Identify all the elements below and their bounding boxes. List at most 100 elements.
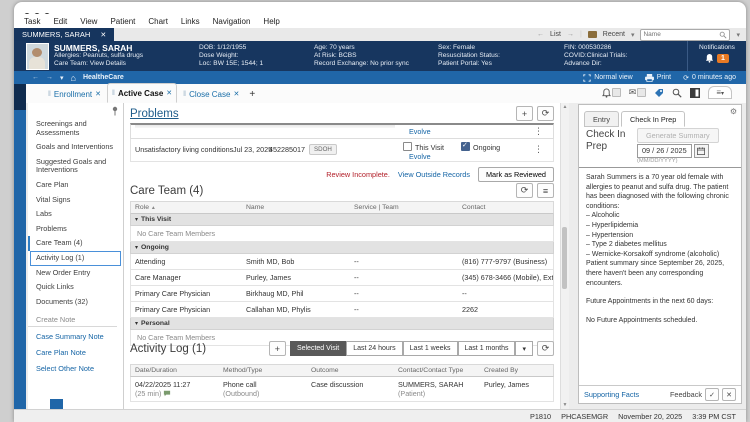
refresh-status[interactable]: ⟳ 0 minutes ago [683,74,736,82]
close-icon[interactable]: ✕ [95,90,101,98]
mark-as-reviewed-button[interactable]: Mark as Reviewed [477,167,554,182]
forward-icon[interactable]: → [46,74,53,81]
main-scrollbar[interactable]: ▲ ▼ [560,103,569,409]
sidebar-item-documents[interactable]: Documents (32) [28,295,123,310]
close-icon[interactable]: ✕ [233,90,239,98]
menu-task[interactable]: Task [24,17,40,26]
sidebar-item-care-team[interactable]: Care Team (4) [28,236,123,251]
layout-menu-button[interactable]: ≡▾ [708,86,732,99]
col-date-duration[interactable]: Date/Duration [131,365,219,376]
menu-help[interactable]: Help [263,17,279,26]
col-method-type[interactable]: Method/Type [219,365,307,376]
list-forward-icon[interactable]: → [567,31,574,38]
menu-patient[interactable]: Patient [110,17,135,26]
supporting-facts-link[interactable]: Supporting Facts [584,390,639,399]
kebab-icon[interactable]: ⋮ [534,126,543,137]
link-case-summary-note[interactable]: Case Summary Note [28,327,123,343]
evolve-link[interactable]: Evolve [409,152,431,161]
patient-search-input[interactable] [641,31,720,38]
menu-view[interactable]: View [80,17,97,26]
refresh-care-team-button[interactable]: ⟳ [516,183,533,198]
menu-navigation[interactable]: Navigation [213,17,251,26]
prep-date-field[interactable]: 09 / 26 / 2025 [637,144,692,158]
tab-active-case[interactable]: ‖ Active Case ✕ [107,83,178,103]
comment-icon[interactable] [163,390,171,397]
sidebar-item-activity-log[interactable]: Activity Log (1) [30,250,121,266]
problems-heading[interactable]: Problems [130,108,179,120]
col-contact[interactable]: Contact [458,202,553,213]
col-created-by[interactable]: Created By [480,365,553,376]
group-personal[interactable]: ▾ Personal [130,318,554,330]
mail-icon[interactable]: ✉ [629,88,637,97]
view-outside-records-link[interactable]: View Outside Records [398,170,470,179]
panels-icon[interactable] [690,87,701,98]
this-visit-checkbox[interactable]: This Visit [403,142,444,152]
notifications-panel[interactable]: Notifications 1 [687,41,746,71]
print-button[interactable]: Print [644,73,671,82]
patient-tab[interactable]: SUMMERS, SARAH ✕ [14,28,115,41]
feedback-negative-button[interactable]: ✕ [722,388,736,401]
sidebar-item-goals[interactable]: Goals and Interventions [28,140,123,155]
col-role[interactable]: Role ▲ [131,202,242,213]
evolve-link[interactable]: Evolve [409,127,431,136]
sidebar-item-vital-signs[interactable]: Vital Signs [28,193,123,208]
tag-icon[interactable] [654,88,664,98]
sidebar-item-new-order-entry[interactable]: New Order Entry [28,266,123,281]
back-icon[interactable]: ← [32,74,39,81]
link-select-other-note[interactable]: Select Other Note [28,359,123,375]
recent-label[interactable]: Recent [603,31,625,38]
filter-last-1-months[interactable]: Last 1 months [457,341,516,356]
sidebar-item-problems[interactable]: Problems [28,222,123,237]
care-team-menu-button[interactable]: ≡ [537,183,554,198]
filter-dropdown-button[interactable]: ▾ [515,341,533,356]
chevron-down-icon[interactable]: ▾ [736,31,740,39]
tab-enrollment[interactable]: ‖ Enrollment ✕ [44,85,105,103]
checkbox-checked-icon[interactable] [461,141,470,151]
checkbox-icon[interactable] [403,142,412,151]
link-care-plan-note[interactable]: Care Plan Note [28,343,123,359]
left-rail-tab[interactable] [14,84,26,110]
group-ongoing[interactable]: ▾ Ongoing [130,242,554,254]
gear-icon[interactable]: ⚙ [730,107,737,116]
filter-selected-visit[interactable]: Selected Visit [289,341,347,356]
col-service-team[interactable]: Service | Team [350,202,458,213]
filter-last-1-weeks[interactable]: Last 1 weeks [402,341,458,356]
tab-entry[interactable]: Entry [584,111,620,127]
col-name[interactable]: Name [242,202,350,213]
sidebar-item-labs[interactable]: Labs [28,207,123,222]
add-activity-button[interactable]: + [268,341,286,356]
group-this-visit[interactable]: ▾ This Visit [130,214,554,226]
filter-last-24-hours[interactable]: Last 24 hours [346,341,403,356]
add-problem-button[interactable]: + [516,106,533,121]
care-team-link[interactable]: Care Team: View Details [54,60,143,68]
sidebar-item-screenings[interactable]: Screenings and Assessments [28,117,123,140]
chevron-down-icon[interactable]: ▾ [60,74,64,82]
tab-check-in-prep[interactable]: Check In Prep [621,111,686,127]
list-back-icon[interactable]: ← [537,31,544,38]
scrollbar-thumb[interactable] [562,227,567,289]
scroll-up-icon[interactable]: ▲ [561,104,569,110]
menu-edit[interactable]: Edit [53,17,67,26]
chevron-down-icon[interactable]: ▾ [631,31,635,39]
generate-summary-button[interactable]: Generate Summary [637,128,719,143]
feedback-positive-button[interactable]: ✓ [705,388,719,401]
col-outcome[interactable]: Outcome [307,365,394,376]
kebab-icon[interactable]: ⋮ [534,144,543,155]
search-icon[interactable] [672,88,682,98]
sidebar-item-care-plan[interactable]: Care Plan [28,178,123,193]
normal-view-button[interactable]: Normal view [583,73,633,82]
ongoing-checkbox[interactable]: Ongoing [461,141,500,152]
new-tab-button[interactable]: + [249,89,255,100]
bell-icon[interactable] [705,53,714,63]
refresh-activity-button[interactable]: ⟳ [537,341,554,356]
pin-icon[interactable] [111,106,119,116]
col-contact-type[interactable]: Contact/Contact Type [394,365,480,376]
scroll-down-icon[interactable]: ▼ [561,402,569,408]
menu-links[interactable]: Links [181,17,200,26]
sidebar-item-quick-links[interactable]: Quick Links [28,280,123,295]
close-icon[interactable]: ✕ [166,89,172,97]
menu-chart[interactable]: Chart [148,17,168,26]
bell-icon[interactable] [601,87,611,98]
home-icon[interactable]: ⌂ [71,73,76,83]
list-label[interactable]: List [550,31,561,38]
